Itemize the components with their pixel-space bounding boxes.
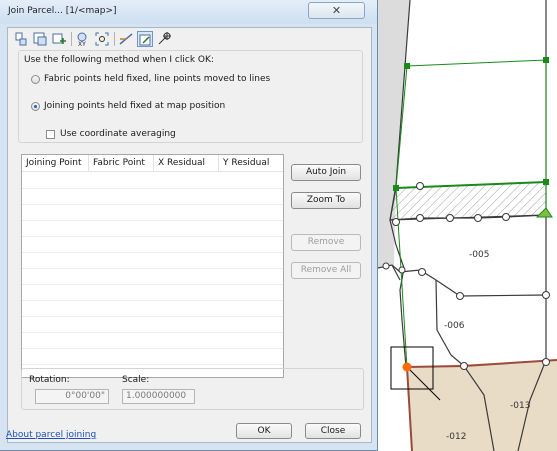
method-group: Use the following method when I click OK…: [18, 50, 363, 143]
ok-button[interactable]: OK: [236, 423, 292, 439]
join-parcel-dialog: Join Parcel... [1/<map>] ✕ XY Use the fo…: [0, 0, 378, 451]
remove-button[interactable]: Remove: [291, 234, 361, 251]
join-parcel-icon[interactable]: [13, 31, 29, 47]
transform-group: Rotation: 0°00'00" Scale: 1.000000000: [21, 368, 364, 410]
remove-all-button[interactable]: Remove All: [291, 262, 361, 279]
column-header-x-residual[interactable]: X Residual: [154, 155, 219, 172]
toolbar: XY: [11, 29, 211, 49]
parcel-label-013: -013: [510, 401, 531, 411]
column-header-y-residual[interactable]: Y Residual: [219, 155, 283, 172]
radio-fabric-fixed[interactable]: [31, 75, 40, 84]
column-header-joining-point[interactable]: Joining Point: [22, 155, 89, 172]
scale-label: Scale:: [122, 375, 150, 385]
add-parcel-icon[interactable]: [51, 31, 67, 47]
rotation-field: 0°00'00": [35, 389, 109, 404]
window-title: Join Parcel... [1/<map>]: [8, 6, 117, 16]
close-icon: ✕: [331, 4, 342, 17]
select-parcel-icon[interactable]: [32, 31, 48, 47]
rotation-label: Rotation:: [29, 375, 70, 385]
close-button[interactable]: Close: [305, 423, 361, 439]
join-point[interactable]: [402, 362, 412, 372]
join-points-table[interactable]: Joining Point Fabric Point X Residual Y …: [21, 154, 284, 378]
coordinate-averaging-checkbox[interactable]: [46, 130, 55, 139]
parcel-label-005: -005: [469, 250, 490, 260]
about-parcel-joining-link[interactable]: About parcel joining: [6, 430, 96, 440]
column-header-fabric-point[interactable]: Fabric Point: [89, 155, 154, 172]
coordinate-averaging-label[interactable]: Use coordinate averaging: [60, 129, 176, 139]
method-heading: Use the following method when I click OK…: [24, 55, 214, 65]
zoom-to-button[interactable]: Zoom To: [291, 192, 361, 209]
move-point-icon[interactable]: [156, 31, 172, 47]
fabric-parcel-013: [407, 360, 557, 451]
radio-joining-fixed-label[interactable]: Joining points held fixed at map positio…: [44, 101, 225, 111]
svg-text:XY: XY: [78, 41, 86, 47]
scale-field: 1.000000000: [122, 389, 195, 404]
xy-coordinate-icon[interactable]: XY: [75, 31, 91, 47]
radio-joining-fixed[interactable]: [31, 102, 40, 111]
title-bar[interactable]: Join Parcel... [1/<map>] ✕: [0, 0, 377, 24]
window-close-button[interactable]: ✕: [308, 2, 365, 19]
parcel-label-012: -012: [446, 432, 467, 442]
adjust-line-icon[interactable]: [118, 31, 134, 47]
auto-join-button[interactable]: Auto Join: [291, 164, 361, 181]
dialog-client: XY Use the following method when I click…: [6, 27, 372, 443]
zoom-extent-icon[interactable]: [94, 31, 110, 47]
parcel-label-006: -006: [444, 321, 465, 331]
snap-parcel-icon[interactable]: [137, 31, 153, 47]
radio-fabric-fixed-label[interactable]: Fabric points held fixed, line points mo…: [44, 74, 270, 84]
